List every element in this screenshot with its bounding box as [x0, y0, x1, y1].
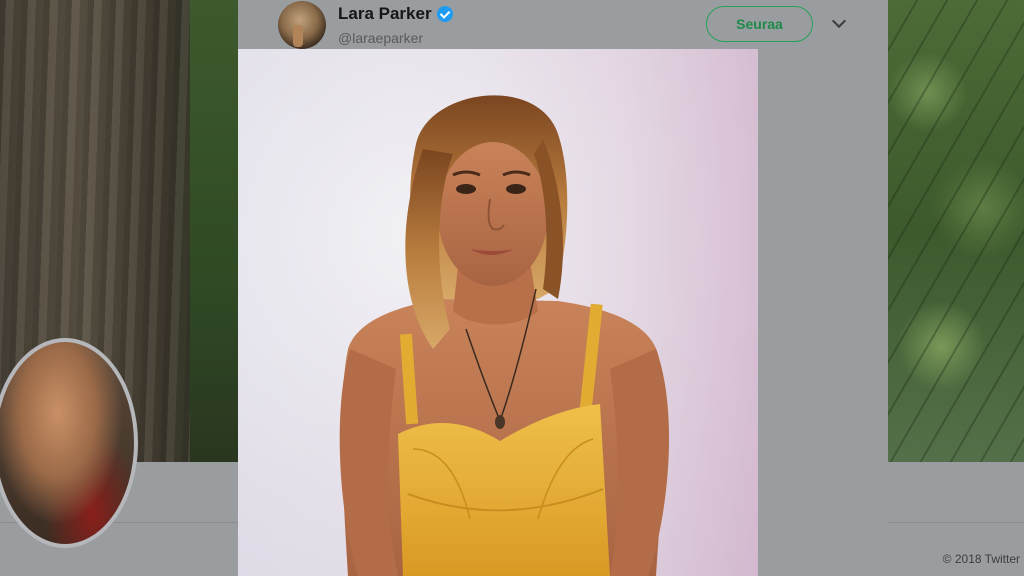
- chevron-down-icon[interactable]: [831, 13, 847, 29]
- follow-button[interactable]: Seuraa: [706, 6, 813, 42]
- portrait-photo: [238, 49, 758, 576]
- background-header-foliage-left: [190, 0, 240, 470]
- verified-badge-icon: [436, 6, 453, 22]
- author-avatar[interactable]: [278, 1, 326, 49]
- author-display-name-text: Lara Parker: [338, 4, 432, 23]
- footer-copyright: © 2018 Twitter: [942, 552, 1020, 566]
- author-handle[interactable]: @laraeparker: [338, 30, 423, 46]
- tweet-photo[interactable]: [238, 49, 758, 576]
- background-header-foliage-right: [886, 0, 1024, 462]
- author-display-name[interactable]: Lara Parker: [338, 4, 453, 24]
- tweet-header: Lara Parker @laraeparker Seuraa: [238, 0, 888, 50]
